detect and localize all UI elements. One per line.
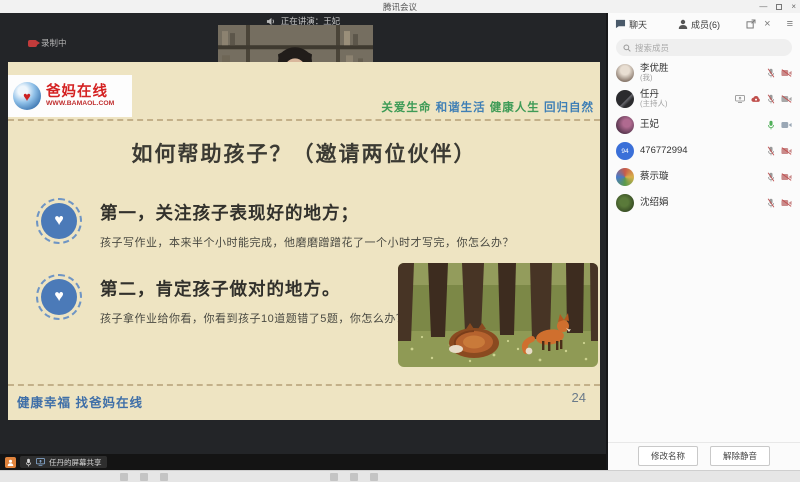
avatar — [616, 64, 634, 82]
camera-off-icon[interactable] — [781, 173, 792, 181]
cloud-recording-icon — [751, 95, 761, 103]
minimize-button[interactable]: — — [759, 2, 767, 11]
avatar — [616, 116, 634, 134]
members-icon — [678, 19, 688, 29]
mic-icon — [25, 458, 32, 467]
taskbar[interactable] — [0, 470, 800, 482]
logo-url: WWW.BAMAOL.COM — [46, 100, 114, 107]
recording-label: 录制中 — [41, 37, 67, 49]
tab-chat[interactable]: 聊天 — [615, 18, 647, 31]
point-1-detail: 孩子写作业，本来半个小时能完成，他磨磨蹭蹭花了一个小时才写完，你怎么办？ — [100, 234, 570, 250]
member-row[interactable]: 王妃 — [608, 112, 800, 138]
share-bar-label: 任丹的屏幕共享 — [49, 457, 102, 468]
taskbar-icon[interactable] — [120, 473, 128, 481]
share-status-chip[interactable]: 任丹的屏幕共享 — [20, 456, 107, 468]
slide-motto: 关爱生命 和谐生活 健康人生 回归自然 — [381, 99, 594, 115]
member-search[interactable] — [616, 39, 792, 56]
slide-footer-text: 健康幸福 找爸妈在线 — [17, 392, 143, 411]
maximize-button[interactable] — [776, 4, 782, 10]
sharing-icon — [735, 95, 745, 103]
mic-muted-icon[interactable] — [767, 94, 775, 104]
member-role: (我) — [640, 74, 669, 82]
heart-bullet-icon: ♥ — [36, 274, 82, 320]
member-row[interactable]: 94 476772994 — [608, 138, 800, 164]
taskbar-icon[interactable] — [140, 473, 148, 481]
mic-muted-icon[interactable] — [767, 146, 775, 156]
member-name: 王妃 — [640, 120, 659, 130]
slide-divider-bottom — [8, 384, 600, 386]
member-name: 476772994 — [640, 146, 688, 156]
logo-title: 爸妈在线 — [46, 85, 114, 100]
member-role: (主持人) — [640, 100, 668, 108]
member-row[interactable]: 蔡示璇 — [608, 164, 800, 190]
taskbar-icon[interactable] — [160, 473, 168, 481]
member-row[interactable]: 任丹 (主持人) — [608, 86, 800, 112]
slide-point-2: ♥ 第二，肯定孩子做对的地方。 孩子拿作业给你看，你看到孩子10道题错了5题，你… — [36, 274, 430, 326]
members-panel: 聊天 成员(6) × ≡ — [606, 13, 800, 470]
fox-illustration — [398, 263, 598, 367]
meeting-stage: 录制中 正在讲演：王妃 — [0, 13, 606, 470]
presenter-badge-icon — [5, 457, 16, 468]
screen-share-bar: 任丹的屏幕共享 — [0, 454, 606, 470]
avatar — [616, 168, 634, 186]
slide-page-number: 24 — [572, 390, 586, 405]
taskbar-icon[interactable] — [370, 473, 378, 481]
search-icon — [623, 44, 631, 52]
camera-off-icon[interactable] — [781, 69, 792, 77]
member-name: 蔡示璇 — [640, 172, 669, 182]
bamaol-logo: ♥ 爸妈在线 WWW.BAMAOL.COM — [8, 75, 132, 117]
avatar: 94 — [616, 142, 634, 160]
panel-footer: 修改名称 解除静音 — [608, 442, 800, 468]
avatar — [616, 90, 634, 108]
camera-muted-icon[interactable] — [781, 95, 792, 103]
mic-muted-icon[interactable] — [767, 172, 775, 182]
panel-header: 聊天 成员(6) × ≡ — [608, 13, 800, 35]
mic-active-icon[interactable] — [767, 120, 775, 130]
recording-icon — [28, 40, 37, 47]
camera-off-icon[interactable] — [781, 147, 792, 155]
taskbar-icon[interactable] — [350, 473, 358, 481]
popout-icon[interactable] — [746, 19, 756, 29]
search-input[interactable] — [635, 43, 765, 53]
camera-on-icon[interactable] — [781, 121, 792, 129]
heart-bullet-icon: ♥ — [36, 198, 82, 244]
rename-button[interactable]: 修改名称 — [638, 446, 698, 466]
slide-point-1: ♥ 第一，关注孩子表现好的地方； 孩子写作业，本来半个小时能完成，他磨磨蹭蹭花了… — [36, 198, 570, 250]
app-window: 腾讯会议 — × 录制中 正在讲演：王妃 — [0, 0, 800, 482]
point-1-heading: 第一，关注孩子表现好的地方； — [100, 200, 570, 225]
slide-divider-top — [8, 119, 600, 121]
window-title: 腾讯会议 — [383, 1, 417, 13]
chat-icon — [615, 19, 626, 29]
shared-slide: ♥ 爸妈在线 WWW.BAMAOL.COM 关爱生命 和谐生活 健康人生 回归自… — [8, 62, 600, 420]
screen-share-icon — [36, 458, 45, 466]
unmute-button[interactable]: 解除静音 — [710, 446, 770, 466]
recording-indicator: 录制中 — [28, 37, 67, 49]
panel-close-icon[interactable]: × — [764, 19, 770, 30]
member-name: 沈绍娟 — [640, 198, 669, 208]
member-row[interactable]: 沈绍娟 — [608, 190, 800, 216]
member-row[interactable]: 李优胜 (我) — [608, 60, 800, 86]
camera-off-icon[interactable] — [781, 199, 792, 207]
point-2-detail: 孩子拿作业给你看，你看到孩子10道题错了5题，你怎么办？ — [100, 310, 430, 326]
logo-heart-icon: ♥ — [13, 82, 41, 110]
slide-title: 如何帮助孩子？（邀请两位伙伴） — [8, 138, 600, 168]
point-2-heading: 第二，肯定孩子做对的地方。 — [100, 276, 430, 301]
tab-members[interactable]: 成员(6) — [678, 18, 720, 31]
close-button[interactable]: × — [791, 2, 796, 11]
mic-muted-icon[interactable] — [767, 68, 775, 78]
window-titlebar: 腾讯会议 — × — [0, 0, 800, 13]
panel-menu-icon[interactable]: ≡ — [787, 18, 793, 30]
avatar — [616, 194, 634, 212]
taskbar-icon[interactable] — [330, 473, 338, 481]
mic-muted-icon[interactable] — [767, 198, 775, 208]
